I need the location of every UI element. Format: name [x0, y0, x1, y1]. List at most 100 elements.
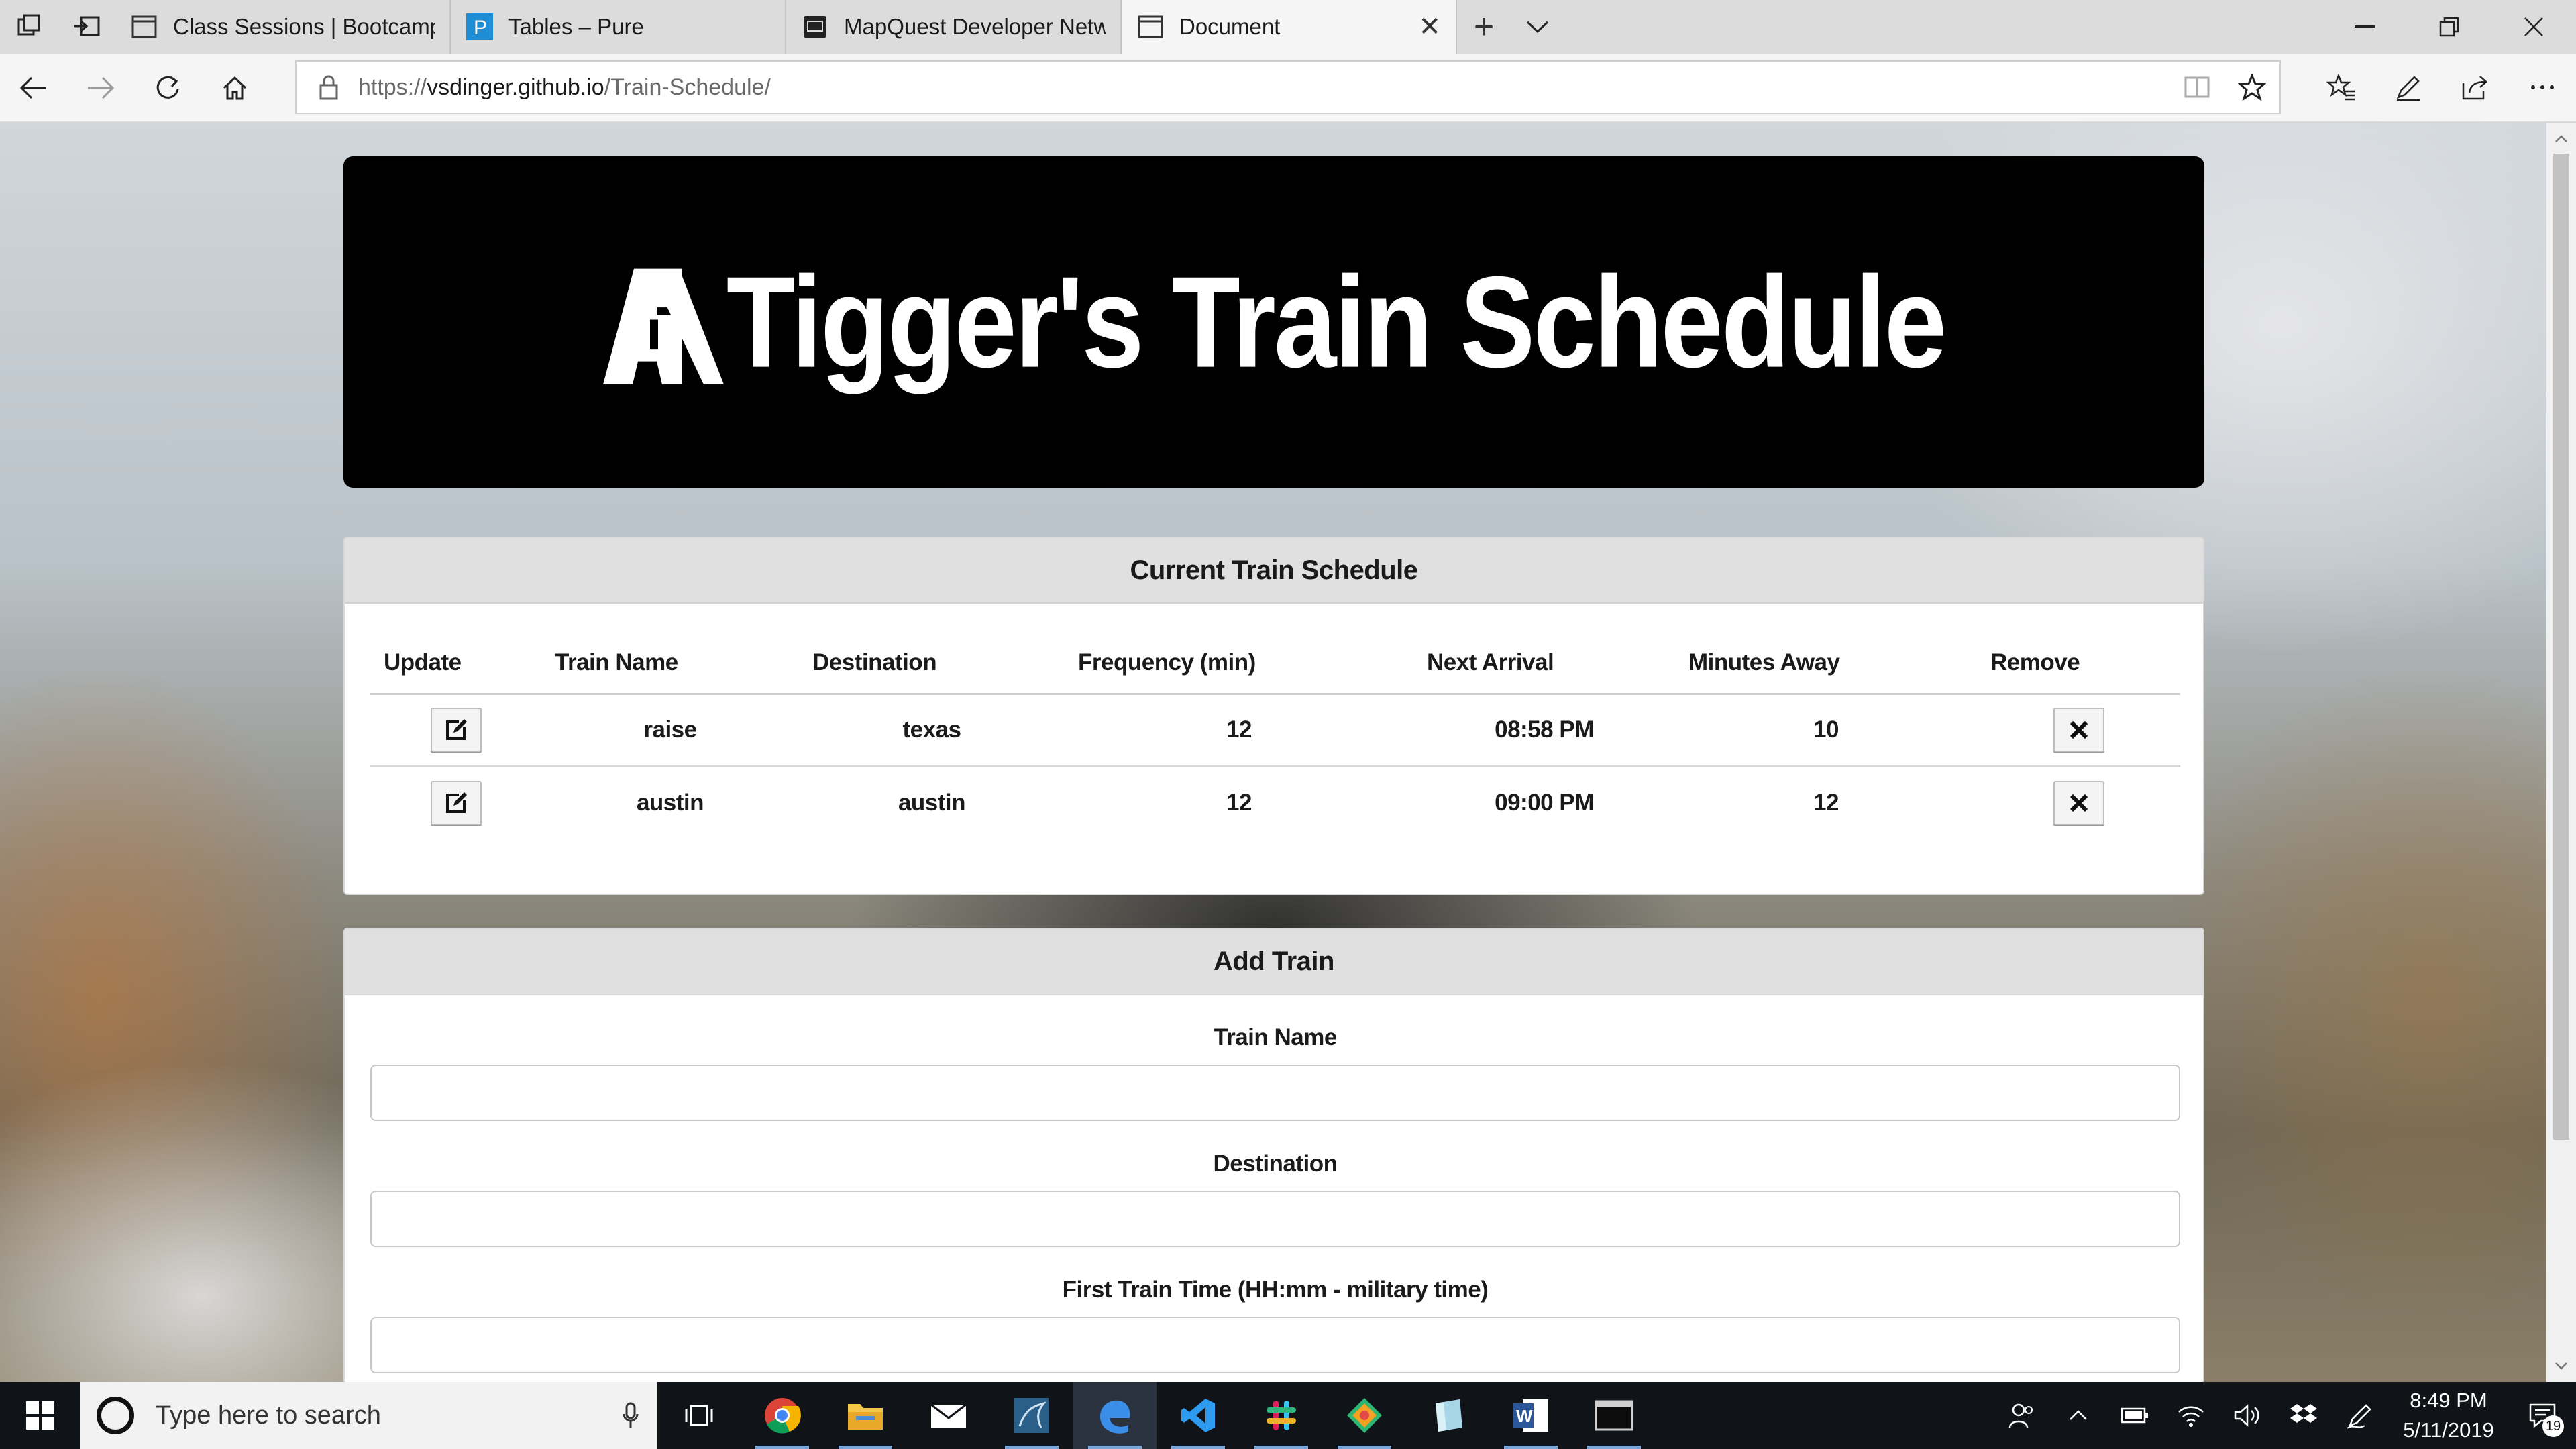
tab-class-sessions[interactable]: Class Sessions | Bootcamp S [115, 0, 451, 54]
url-host: vsdinger.github.io [427, 74, 604, 100]
vscode-icon[interactable] [1157, 1382, 1240, 1449]
tab-label: Class Sessions | Bootcamp S [173, 14, 435, 39]
cortana-icon[interactable] [97, 1397, 134, 1434]
add-train-form: Train Name Destination First Train Time … [370, 995, 2180, 1373]
destination-cell: texas [799, 694, 1065, 767]
destination-label: Destination [1213, 1150, 1338, 1177]
edge-icon[interactable] [1073, 1382, 1157, 1449]
mail-icon[interactable] [907, 1382, 990, 1449]
column-header: Train Name [541, 633, 799, 695]
set-aside-tabs-icon[interactable] [58, 0, 115, 54]
dropbox-icon[interactable] [2275, 1382, 2332, 1449]
remove-button[interactable] [2053, 780, 2104, 825]
schedule-card: Current Train Schedule Update Train Name… [343, 537, 2204, 895]
chevron-up-icon[interactable] [2050, 1382, 2106, 1449]
tab-label: MapQuest Developer Netw [844, 14, 1106, 39]
page-icon [1136, 13, 1165, 41]
destination-input[interactable] [370, 1191, 2180, 1247]
refresh-icon[interactable] [134, 54, 201, 121]
page-scrollbar[interactable] [2546, 123, 2576, 1382]
notes-app-icon[interactable] [1406, 1382, 1489, 1449]
wifi-icon[interactable] [2163, 1382, 2219, 1449]
close-tab-icon[interactable]: ✕ [1418, 11, 1441, 42]
clock[interactable]: 8:49 PM 5/11/2019 [2388, 1386, 2509, 1445]
forward-arrow-icon[interactable] [67, 54, 134, 121]
scroll-down-icon[interactable] [2546, 1352, 2576, 1379]
microphone-icon[interactable] [604, 1402, 657, 1429]
tab-label: Document [1179, 14, 1281, 39]
url-text[interactable]: https://vsdinger.github.io/Train-Schedul… [358, 74, 771, 101]
windows-taskbar: Type here to search W 8:49 PM 5/11/2019 … [0, 1382, 2576, 1449]
reading-view-icon[interactable] [2169, 62, 2224, 113]
lock-icon[interactable] [314, 72, 343, 102]
browser-nav-bar: https://vsdinger.github.io/Train-Schedul… [0, 54, 2576, 123]
first-train-time-input[interactable] [370, 1317, 2180, 1373]
mapquest-icon [801, 13, 829, 41]
file-explorer-icon[interactable] [824, 1382, 907, 1449]
battery-icon[interactable] [2106, 1382, 2163, 1449]
frequency-cell: 12 [1065, 694, 1413, 767]
next-arrival-cell: 09:00 PM [1495, 789, 1594, 816]
terminal-icon[interactable] [1572, 1382, 1656, 1449]
update-cell [370, 694, 541, 767]
jumbotron: Tigger's Train Schedule [343, 156, 2204, 488]
pen-icon[interactable] [2375, 54, 2442, 121]
chevron-down-icon[interactable] [1511, 0, 1564, 54]
tab-actions-icon[interactable] [0, 0, 58, 54]
mysql-workbench-icon[interactable] [990, 1382, 1073, 1449]
task-view-icon[interactable] [657, 1382, 741, 1449]
tab-mapquest[interactable]: MapQuest Developer Netw [786, 0, 1122, 54]
close-x-icon [2070, 794, 2088, 812]
first-train-time-label: First Train Time (HH:mm - military time) [1062, 1277, 1489, 1303]
destination-cell: austin [898, 789, 966, 816]
tab-tables-pure[interactable]: P Tables – Pure [451, 0, 786, 54]
scroll-up-icon[interactable] [2546, 125, 2576, 152]
minimize-icon[interactable] [2322, 0, 2407, 54]
new-tab-icon[interactable]: + [1457, 0, 1511, 54]
remove-cell [1977, 766, 2180, 839]
train-name-label: Train Name [1214, 1024, 1337, 1051]
url-scheme: https:// [358, 74, 427, 100]
scrollbar-thumb[interactable] [2553, 154, 2569, 1140]
address-bar[interactable]: https://vsdinger.github.io/Train-Schedul… [295, 60, 2281, 114]
train-name-cell: raise [541, 694, 799, 767]
favorite-star-icon[interactable] [2224, 62, 2279, 113]
column-header: Minutes Away [1675, 633, 1977, 695]
next-arrival-cell: 08:58 PM [1413, 694, 1675, 767]
action-center-icon[interactable]: 19 [2509, 1382, 2576, 1449]
page-icon [130, 13, 158, 41]
people-icon[interactable] [1994, 1382, 2050, 1449]
url-path: /Train-Schedule/ [604, 74, 771, 100]
git-kraken-icon[interactable] [1323, 1382, 1406, 1449]
notification-count-badge: 19 [2542, 1415, 2564, 1437]
train-name-input[interactable] [370, 1065, 2180, 1121]
system-tray: 8:49 PM 5/11/2019 19 [1994, 1382, 2576, 1449]
favorites-hub-icon[interactable] [2308, 54, 2375, 121]
restore-icon[interactable] [2407, 0, 2491, 54]
remove-button[interactable] [2053, 708, 2104, 753]
window-close-icon[interactable] [2491, 0, 2576, 54]
browser-tab-bar: Class Sessions | Bootcamp S P Tables – P… [0, 0, 2576, 54]
share-icon[interactable] [2442, 54, 2509, 121]
windows-start-icon[interactable] [0, 1382, 80, 1449]
home-icon[interactable] [201, 54, 268, 121]
page-title: Tigger's Train Schedule [726, 249, 1947, 394]
tab-bar-drag-area [1564, 0, 2322, 54]
slack-icon[interactable] [1240, 1382, 1323, 1449]
update-button[interactable] [430, 780, 482, 825]
minutes-away-cell: 10 [1675, 694, 1977, 767]
update-cell [370, 766, 541, 839]
taskbar-search-box[interactable]: Type here to search [80, 1382, 657, 1449]
update-button[interactable] [430, 708, 482, 753]
chrome-icon[interactable] [741, 1382, 824, 1449]
back-arrow-icon[interactable] [0, 54, 67, 121]
more-options-icon[interactable] [2509, 54, 2576, 121]
pen-workspace-icon[interactable] [2332, 1382, 2388, 1449]
word-icon[interactable]: W [1489, 1382, 1572, 1449]
svg-text:W: W [1516, 1406, 1533, 1426]
logo-a-icon [602, 268, 724, 384]
table-row: raise texas 12 08:58 PM 10 [370, 694, 2180, 767]
tab-document[interactable]: Document ✕ [1122, 0, 1457, 54]
table-row: austin austin 12 09:00 PM 12 [370, 766, 2180, 839]
volume-icon[interactable] [2219, 1382, 2275, 1449]
